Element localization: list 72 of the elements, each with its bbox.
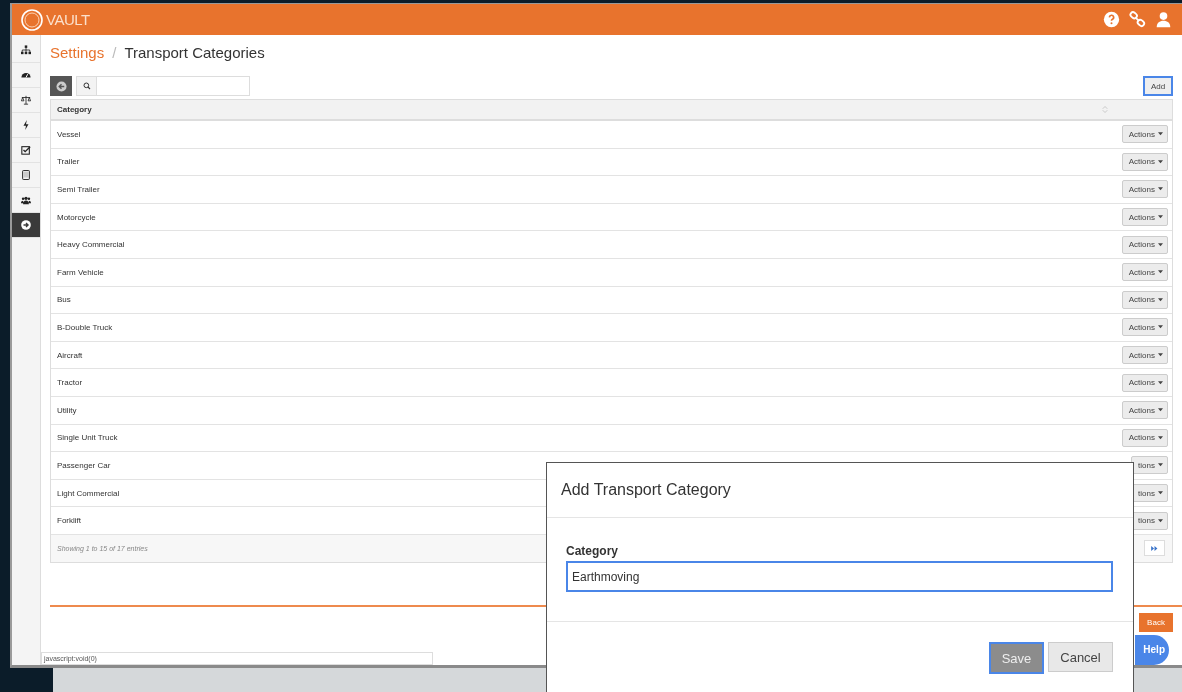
link-icon[interactable] — [1129, 11, 1146, 28]
user-icon[interactable] — [1155, 11, 1172, 28]
last-page-button[interactable] — [1144, 540, 1165, 557]
actions-button[interactable]: Actions — [1121, 290, 1168, 309]
sitemap-icon — [21, 45, 31, 55]
column-header[interactable]: Category — [57, 105, 92, 114]
caret-icon — [1158, 270, 1163, 275]
help-button[interactable]: Help — [1135, 634, 1169, 665]
caret-icon — [1158, 353, 1163, 358]
checkbox-icon — [21, 145, 31, 155]
category-input[interactable]: Earthmoving — [566, 561, 1113, 592]
breadcrumb-separator: / — [112, 44, 117, 61]
caret-icon — [1158, 491, 1163, 495]
actions-button[interactable]: Actions — [1121, 373, 1168, 392]
back-button[interactable] — [50, 76, 72, 96]
arrow-left-icon — [55, 80, 67, 92]
actions-button[interactable]: Actions — [1121, 401, 1168, 420]
sidebar-item[interactable] — [12, 213, 40, 238]
table-cell: Vessel — [57, 129, 81, 139]
tablet-icon — [21, 170, 31, 180]
caret-icon — [1158, 187, 1163, 192]
caret-icon — [1158, 518, 1163, 523]
caret-icon — [1158, 463, 1163, 468]
actions-button[interactable]: Actions — [1121, 263, 1168, 282]
dialog-title: Add Transport Category — [561, 481, 731, 499]
table-cell: Semi Trailer — [57, 185, 100, 194]
table-cell: Trailer — [57, 157, 80, 167]
actions-button[interactable]: Actions — [1121, 428, 1168, 447]
logo-ring-icon — [20, 7, 44, 32]
caret-icon — [1158, 159, 1163, 164]
arrow-right-icon — [21, 220, 31, 230]
table-cell: Forklift — [57, 516, 81, 526]
table-cell: Farm Vehicle — [57, 267, 104, 277]
actions-button[interactable]: Actions — [1121, 318, 1168, 337]
cancel-button[interactable]: Cancel — [1048, 642, 1113, 672]
table-cell: Single Unit Truck — [57, 433, 118, 443]
field-label: Category — [566, 544, 619, 558]
bolt-icon — [21, 120, 31, 130]
table-cell: Light Commercial — [57, 488, 120, 498]
actions-button[interactable]: tions — [1131, 456, 1168, 475]
caret-icon — [1158, 325, 1163, 330]
table-cell: Utility — [57, 405, 77, 415]
caret-icon — [1158, 380, 1163, 385]
table-cell: Bus — [57, 295, 71, 305]
double-arrow-icon — [1151, 545, 1158, 551]
actions-button[interactable]: Actions — [1121, 208, 1168, 227]
search-field[interactable] — [76, 76, 250, 96]
table-cell: Passenger Car — [57, 460, 111, 470]
actions-button[interactable]: Actions — [1121, 235, 1168, 254]
actions-button[interactable]: Actions — [1121, 180, 1168, 199]
help-icon[interactable] — [1103, 11, 1120, 28]
caret-icon — [1158, 242, 1163, 247]
gauge-icon — [21, 70, 31, 80]
scales-icon — [21, 95, 31, 105]
actions-button[interactable]: Actions — [1121, 125, 1168, 144]
users-icon — [21, 195, 31, 205]
page-title: Transport Categories — [124, 44, 265, 61]
table-cell: Motorcycle — [57, 212, 96, 222]
caret-icon — [1158, 408, 1163, 413]
table-cell: B-Double Truck — [57, 322, 113, 332]
caret-icon — [1158, 215, 1163, 220]
search-icon — [82, 82, 91, 90]
app-logo: VAULT — [46, 11, 90, 28]
table-cell: Heavy Commercial — [57, 240, 125, 250]
add-button[interactable]: Add — [1143, 76, 1173, 96]
actions-button[interactable]: Actions — [1121, 346, 1168, 365]
caret-icon — [1158, 435, 1163, 440]
caret-icon — [1158, 132, 1163, 137]
caret-icon — [1158, 297, 1163, 302]
table-cell: Tractor — [57, 378, 83, 388]
actions-button[interactable]: Actions — [1121, 152, 1168, 171]
table-cell: Aircraft — [57, 350, 83, 360]
